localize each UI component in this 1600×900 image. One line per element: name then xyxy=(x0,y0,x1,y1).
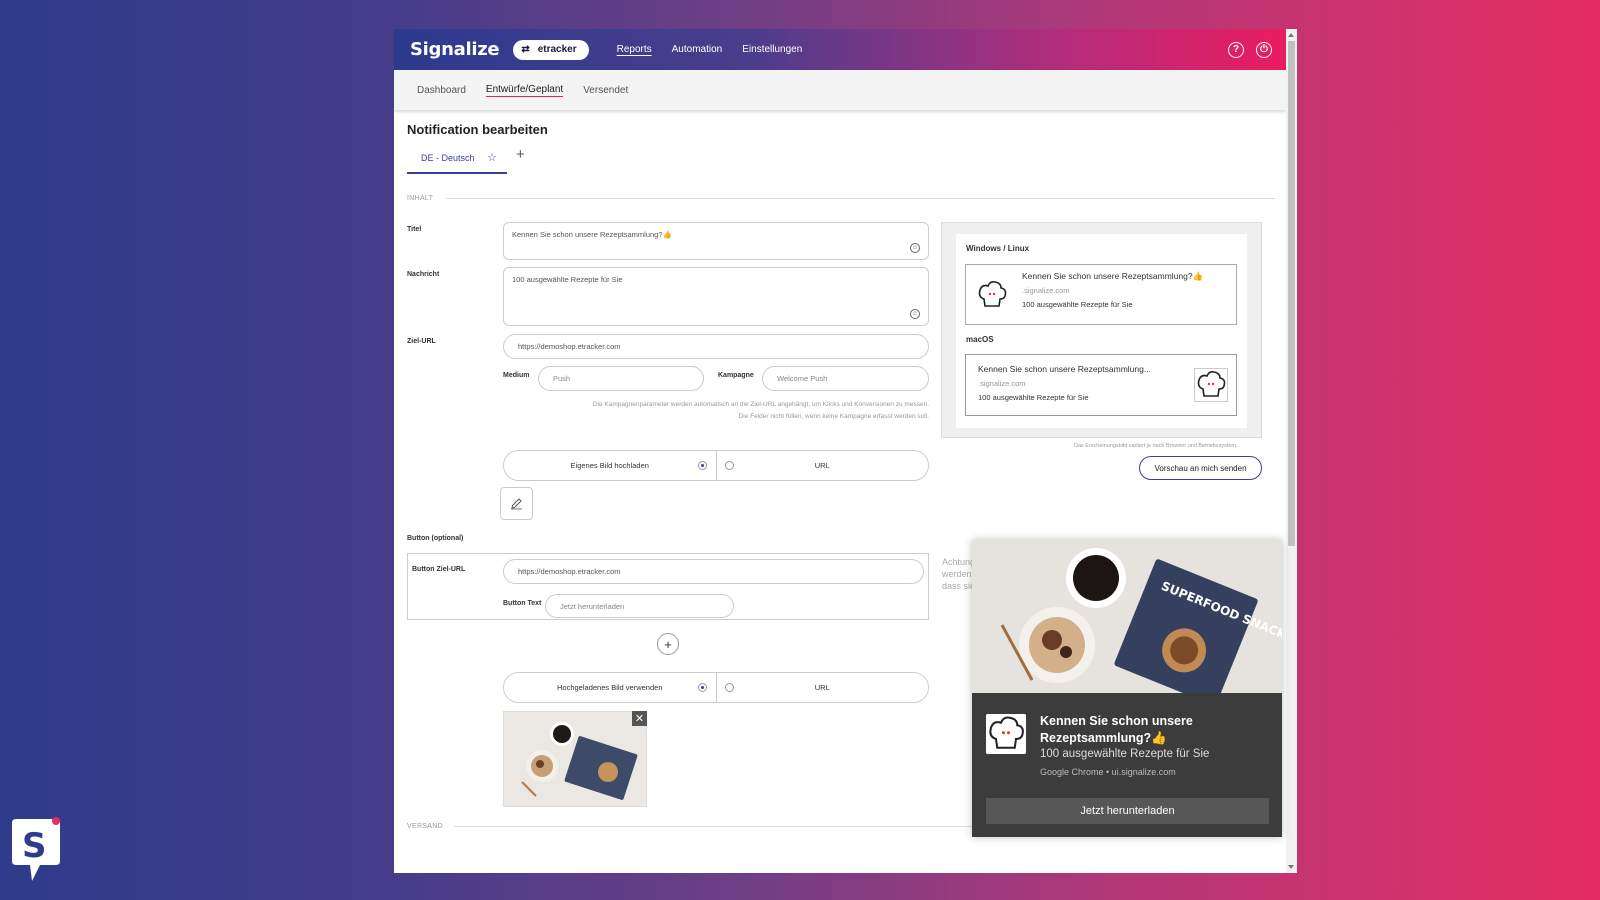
edit-image-button[interactable] xyxy=(500,487,533,520)
nav-automation[interactable]: Automation xyxy=(672,44,723,55)
tenant-name: etracker xyxy=(537,44,577,55)
campaign-label: Kampagne xyxy=(718,372,754,379)
radio-selected[interactable] xyxy=(697,683,707,692)
radio-unselected[interactable] xyxy=(724,461,734,470)
chrome-notification: SUPERFOOD SNACKS Kennen Sie schon unsere… xyxy=(972,540,1282,837)
windows-title: Kennen Sie schon unsere Rezeptsammlung?👍 xyxy=(1022,271,1204,281)
main-nav: Reports Automation Einstellungen xyxy=(617,44,803,55)
notification-action-button[interactable]: Jetzt herunterladen xyxy=(986,798,1269,824)
notification-message: 100 ausgewählte Rezepte für Sie xyxy=(1040,748,1210,760)
add-language-button[interactable]: + xyxy=(516,146,525,163)
notification-title: Kennen Sie schon unsere Rezeptsammlung?👍 xyxy=(1040,714,1193,745)
option-upload-image[interactable]: Eigenes Bild hochladen xyxy=(504,451,716,480)
option-image-url[interactable]: URL xyxy=(715,451,929,480)
mac-title: Kennen Sie schon unsere Rezeptsammlung..… xyxy=(978,364,1151,374)
section-versand-label: VERSAND xyxy=(407,823,443,830)
tenant-switcher[interactable]: ⇄ etracker xyxy=(513,39,589,60)
page-title: Notification bearbeiten xyxy=(407,122,548,137)
target-url-label: Ziel-URL xyxy=(407,338,436,345)
food-photo: SUPERFOOD SNACKS xyxy=(972,540,1282,693)
emoji-icon[interactable]: ☺ xyxy=(910,243,920,253)
windows-heading: Windows / Linux xyxy=(966,244,1030,253)
uploaded-image-thumbnail xyxy=(503,711,647,807)
medium-input[interactable]: Push xyxy=(538,366,704,391)
title-label: Titel xyxy=(407,226,422,233)
help-line-1: Die Kampagnenparameter werden automatisc… xyxy=(592,401,929,408)
medium-label: Medium xyxy=(503,372,530,379)
button-text-label: Button Text xyxy=(503,600,542,607)
radio-selected[interactable] xyxy=(697,461,707,470)
campaign-help-text: Die Kampagnenparameter werden automatisc… xyxy=(503,399,929,423)
mac-domain: .signalize.com xyxy=(978,379,1026,388)
top-bar: Signalize ⇄ etracker Reports Automation … xyxy=(394,29,1286,70)
button-image-toggle: Hochgeladenes Bild verwenden URL xyxy=(503,672,929,703)
scroll-down-arrow[interactable] xyxy=(1288,865,1294,869)
subnav-versendet[interactable]: Versendet xyxy=(583,85,628,96)
app-window: Signalize ⇄ etracker Reports Automation … xyxy=(394,29,1297,873)
help-line-2: Die Felder nicht füllen, wenn keine Kamp… xyxy=(738,413,929,420)
notification-source: Google Chrome • ui.signalize.com xyxy=(1040,767,1176,777)
subnav-entwuerfe[interactable]: Entwürfe/Geplant xyxy=(485,84,564,97)
star-icon[interactable]: ☆ xyxy=(487,152,497,164)
notification-body: Kennen Sie schon unsere Rezeptsammlung?👍… xyxy=(972,693,1282,837)
windows-message: 100 ausgewählte Rezepte für Sie xyxy=(1022,300,1133,309)
tab-label: DE - Deutsch xyxy=(421,153,475,163)
button-target-input[interactable]: https://demoshop.etracker.com xyxy=(503,559,924,584)
notification-hero-image: SUPERFOOD SNACKS xyxy=(972,540,1282,693)
chef-hat-icon xyxy=(986,714,1026,754)
scrollbar[interactable] xyxy=(1286,29,1297,873)
message-label: Nachricht xyxy=(407,271,440,278)
option-label: URL xyxy=(814,461,830,470)
nav-einstellungen[interactable]: Einstellungen xyxy=(742,44,802,55)
campaign-input[interactable]: Welcome Push xyxy=(762,366,929,391)
nav-reports[interactable]: Reports xyxy=(617,44,652,55)
chef-hat-icon xyxy=(978,281,1007,307)
windows-notification-preview: Kennen Sie schon unsere Rezeptsammlung?👍… xyxy=(965,264,1237,325)
scroll-up-arrow[interactable] xyxy=(1288,33,1294,37)
windows-domain: .signalize.com xyxy=(1022,286,1070,295)
preview-panel: Windows / Linux Kennen Sie schon unsere … xyxy=(941,222,1262,438)
radio-unselected[interactable] xyxy=(724,683,734,692)
section-inhalt-label: INHALT xyxy=(407,195,434,202)
macos-notification-preview: Kennen Sie schon unsere Rezeptsammlung..… xyxy=(965,354,1237,416)
button-target-label: Button Ziel-URL xyxy=(412,566,466,573)
subnav-dashboard[interactable]: Dashboard xyxy=(417,85,466,96)
option-label: Eigenes Bild hochladen xyxy=(570,461,649,470)
signalize-corner-logo: S xyxy=(12,817,60,881)
send-preview-button[interactable]: Vorschau an mich senden xyxy=(1139,456,1262,480)
food-photo xyxy=(504,712,646,806)
emoji-icon[interactable]: ☺ xyxy=(910,309,920,319)
sub-nav: Dashboard Entwürfe/Geplant Versendet xyxy=(394,70,1286,110)
target-url-input[interactable]: https://demoshop.etracker.com xyxy=(503,334,929,359)
brand-logo[interactable]: Signalize xyxy=(410,39,500,60)
option-button-image-url[interactable]: URL xyxy=(715,673,929,702)
tab-de-deutsch[interactable]: DE - Deutsch ☆ xyxy=(407,146,507,174)
help-icon[interactable]: ? xyxy=(1228,41,1244,58)
power-icon[interactable]: ⏻ xyxy=(1256,41,1272,58)
message-field[interactable]: 100 ausgewählte Rezepte für Sie ☺ xyxy=(503,267,929,326)
button-text-input[interactable]: Jetzt herunterladen xyxy=(545,594,734,618)
mac-message: 100 ausgewählte Rezepte für Sie xyxy=(978,393,1089,402)
macos-heading: macOS xyxy=(966,335,994,344)
pencil-icon xyxy=(511,498,522,510)
svg-text:S: S xyxy=(22,826,47,866)
section-divider xyxy=(446,198,1275,199)
option-label: URL xyxy=(814,683,830,692)
chef-hat-icon xyxy=(1194,368,1228,402)
option-uploaded-image[interactable]: Hochgeladenes Bild verwenden xyxy=(504,673,716,702)
preview-inner: Windows / Linux Kennen Sie schon unsere … xyxy=(956,234,1247,428)
add-button-button[interactable]: + xyxy=(657,633,679,655)
button-optional-label: Button (optional) xyxy=(407,535,464,542)
preview-note: Das Erscheinungsbild variiert je nach Br… xyxy=(1074,443,1238,449)
title-value: Kennen Sie schon unsere Rezeptsammlung?👍 xyxy=(512,230,672,239)
swap-icon: ⇄ xyxy=(521,44,530,55)
scrollbar-thumb[interactable] xyxy=(1288,41,1295,546)
image-source-toggle: Eigenes Bild hochladen URL xyxy=(503,450,929,481)
close-icon[interactable]: ✕ xyxy=(632,711,647,726)
title-field[interactable]: Kennen Sie schon unsere Rezeptsammlung?👍… xyxy=(503,222,929,260)
message-value: 100 ausgewählte Rezepte für Sie xyxy=(512,275,623,284)
option-label: Hochgeladenes Bild verwenden xyxy=(557,683,663,692)
